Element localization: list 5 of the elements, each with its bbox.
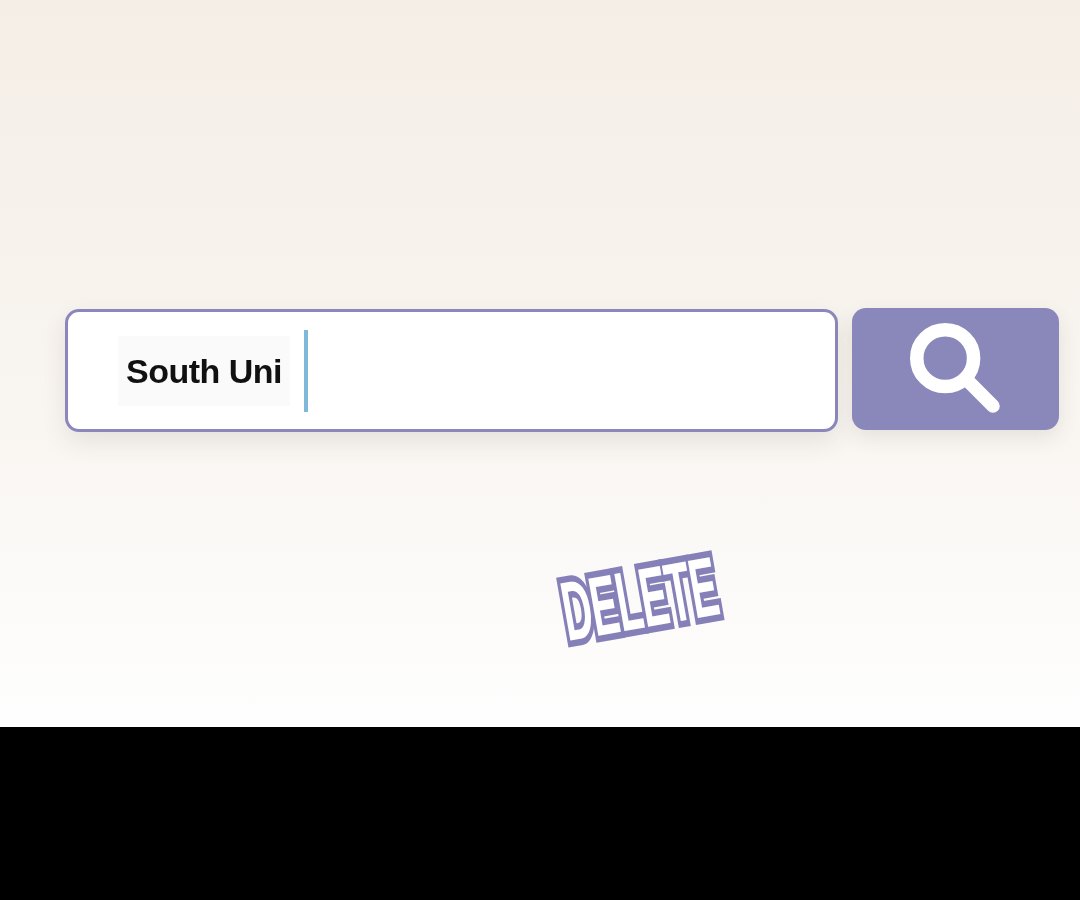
sticker-text: DELETE [555, 544, 724, 654]
search-button[interactable] [852, 308, 1059, 430]
search-field[interactable]: South Uni [65, 309, 838, 432]
text-cursor-icon [304, 329, 309, 412]
search-icon [909, 323, 1002, 415]
